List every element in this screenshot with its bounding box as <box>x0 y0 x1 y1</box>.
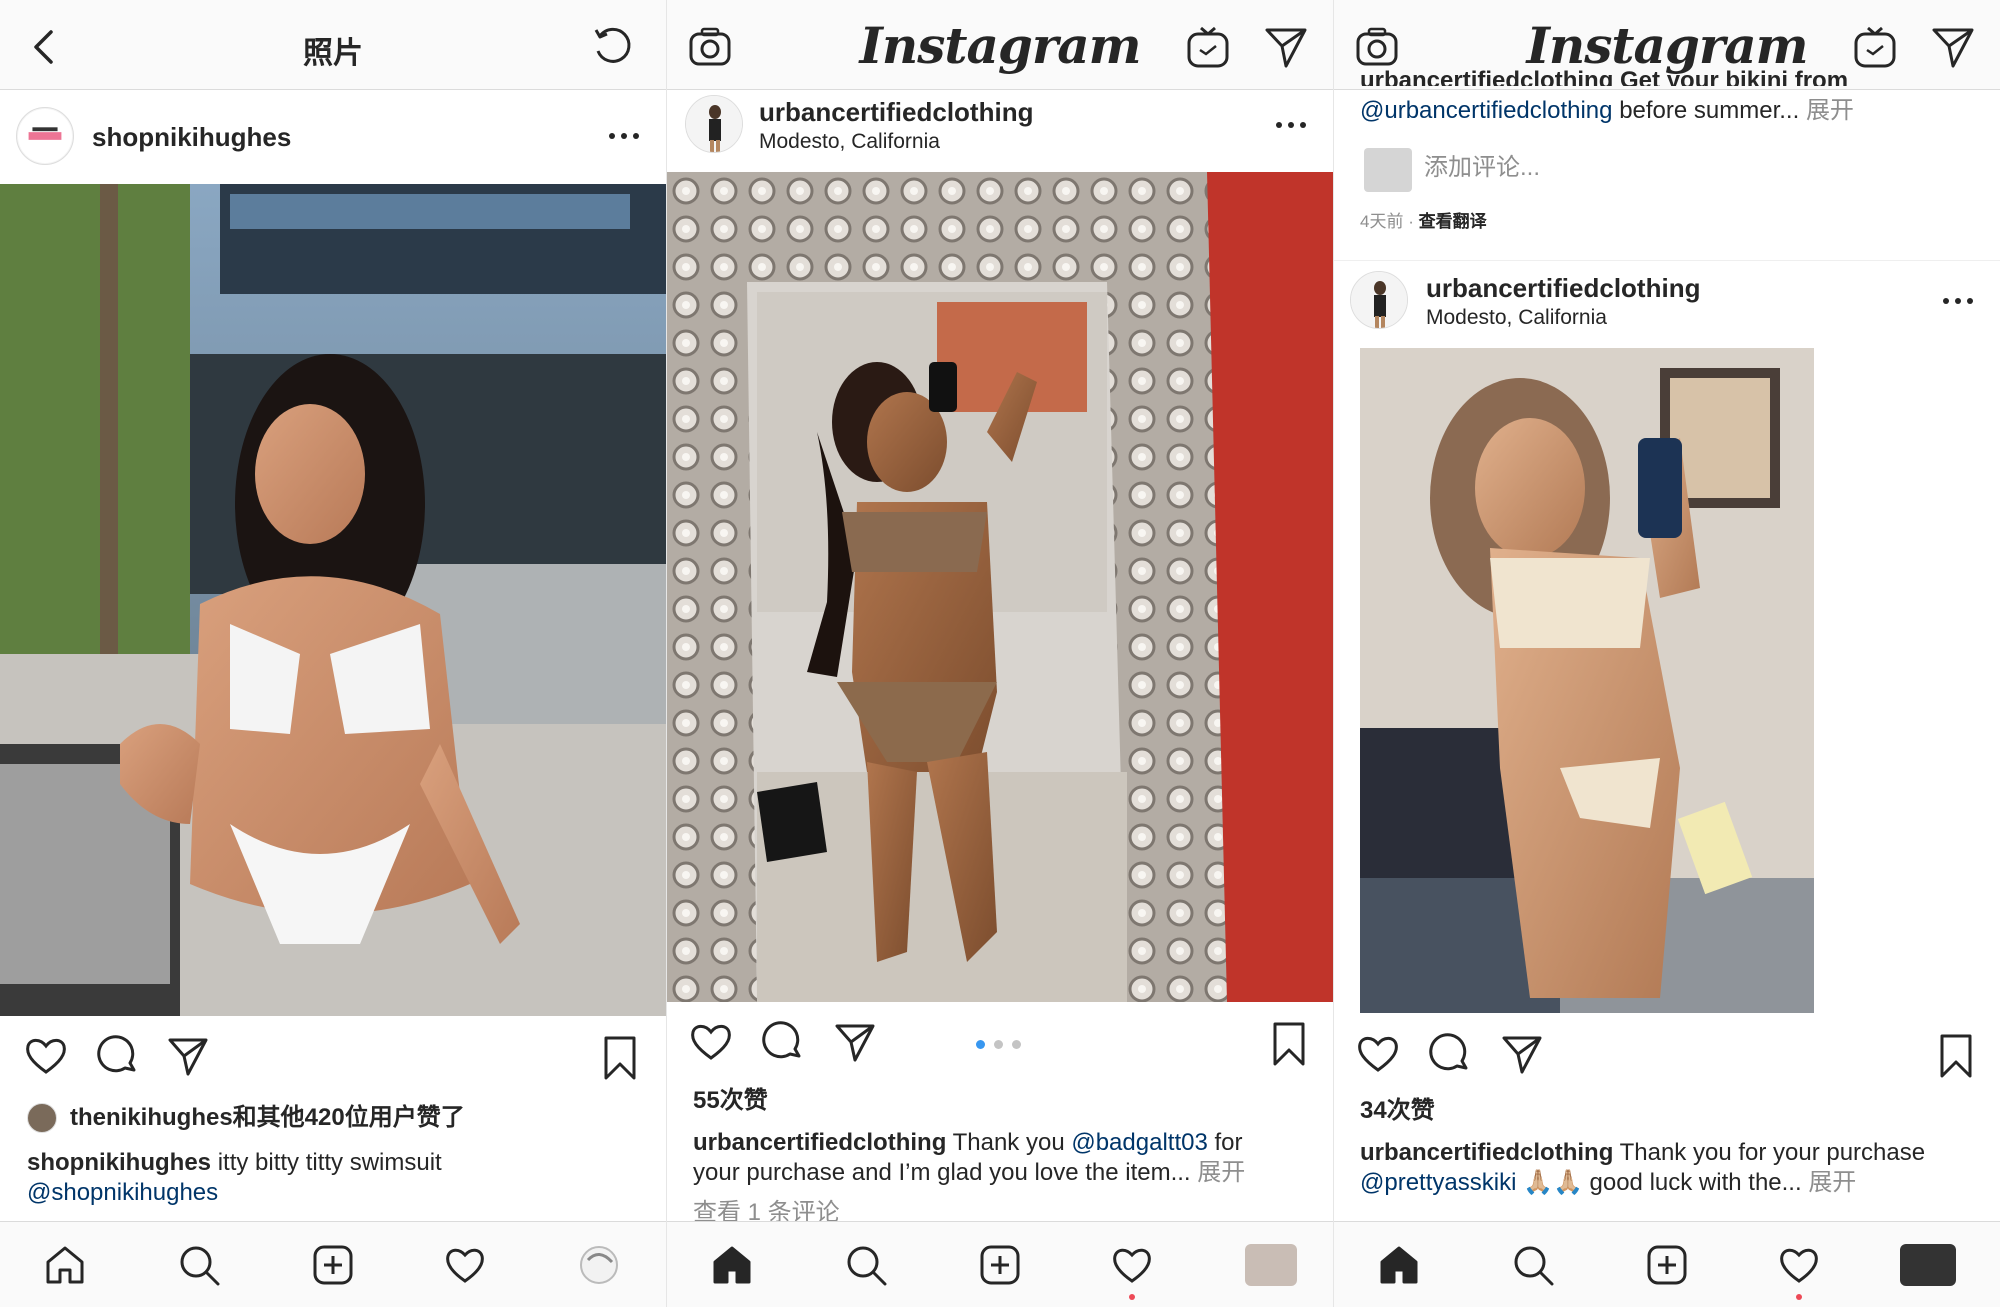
post-header: urbancertifiedclothing Modesto, Californ… <box>1334 260 2000 350</box>
post-username[interactable]: shopnikihughes <box>92 122 291 153</box>
home-icon[interactable] <box>709 1242 755 1288</box>
home-icon[interactable] <box>42 1242 88 1288</box>
activity-icon[interactable] <box>1776 1242 1822 1288</box>
search-icon[interactable] <box>843 1242 889 1288</box>
activity-icon[interactable] <box>442 1242 488 1288</box>
bottom-nav <box>0 1221 666 1307</box>
add-icon[interactable] <box>310 1242 356 1288</box>
post-username[interactable]: urbancertifiedclothing <box>1426 273 1700 304</box>
share-icon[interactable] <box>831 1018 879 1066</box>
caption-emoji: 🙏🏼🙏🏼 <box>1523 1169 1583 1196</box>
bottom-nav <box>667 1221 1333 1307</box>
post-username[interactable]: urbancertifiedclothing <box>759 97 1033 128</box>
profile-icon[interactable] <box>1900 1244 1956 1286</box>
caption-line-1: urbancertifiedclothing Thank you for you… <box>1360 1138 1980 1168</box>
share-icon[interactable] <box>1498 1030 1546 1078</box>
caption-line-2: your purchase and I’m glad you love the … <box>693 1158 1313 1188</box>
previous-caption-text: before summer... <box>1619 97 1800 124</box>
notification-dot <box>1796 1294 1802 1300</box>
comment-icon[interactable] <box>94 1032 142 1080</box>
post-location[interactable]: Modesto, California <box>759 130 940 154</box>
home-icon[interactable] <box>1376 1242 1422 1288</box>
previous-caption-mention[interactable]: @urbancertifiedclothing <box>1360 97 1613 124</box>
add-comment-input[interactable]: 添加评论... <box>1424 153 1980 183</box>
instagram-logo[interactable]: Instagram <box>667 16 1333 75</box>
bookmark-icon[interactable] <box>596 1034 644 1082</box>
panel-feed-2: Instagram urbancertifiedclothing Get you… <box>1334 0 2000 1307</box>
page-title: 照片 <box>303 37 363 70</box>
heart-icon[interactable] <box>687 1018 735 1066</box>
caption-text-2: for <box>1214 1129 1243 1156</box>
avatar[interactable] <box>685 95 743 153</box>
notification-dot <box>1129 1294 1135 1300</box>
likes-count[interactable]: 34次赞 <box>1360 1096 1980 1126</box>
likes-summary[interactable]: thenikihughes和其他420位用户赞了 <box>70 1103 646 1133</box>
caption-username[interactable]: urbancertifiedclothing <box>693 1129 946 1156</box>
avatar[interactable] <box>1350 271 1408 329</box>
avatar[interactable] <box>16 107 74 165</box>
caption-text: Thank you for your purchase <box>1619 1139 1926 1166</box>
caption-line-2: @prettyasskiki 🙏🏼🙏🏼 good luck with the..… <box>1360 1168 1980 1198</box>
direct-icon[interactable] <box>1930 24 1976 70</box>
profile-icon[interactable] <box>1245 1244 1297 1286</box>
add-icon[interactable] <box>977 1242 1023 1288</box>
share-icon[interactable] <box>164 1032 212 1080</box>
caption-continued: your purchase and I’m glad you love the … <box>693 1159 1191 1186</box>
bookmark-icon[interactable] <box>1265 1020 1313 1068</box>
time-ago: 4天前 <box>1360 212 1404 231</box>
expand-link[interactable]: 展开 <box>1197 1159 1245 1186</box>
heart-icon[interactable] <box>1354 1030 1402 1078</box>
previous-caption-cutoff: urbancertifiedclothing Get your bikini f… <box>1360 66 1980 86</box>
search-icon[interactable] <box>1510 1242 1556 1288</box>
more-icon[interactable] <box>1271 115 1311 135</box>
caption-username[interactable]: urbancertifiedclothing <box>1360 1139 1613 1166</box>
bottom-nav <box>1334 1221 2000 1307</box>
add-icon[interactable] <box>1644 1242 1690 1288</box>
caption-text: Thank you <box>952 1129 1065 1156</box>
more-icon[interactable] <box>1938 291 1978 311</box>
post-photo[interactable] <box>1360 348 1814 1013</box>
comment-avatar <box>1364 148 1412 192</box>
activity-icon[interactable] <box>1109 1242 1155 1288</box>
heart-icon[interactable] <box>22 1032 70 1080</box>
search-icon[interactable] <box>176 1242 222 1288</box>
comment-icon[interactable] <box>759 1018 807 1066</box>
post-meta: 4天前 · 查看翻译 <box>1360 212 1487 231</box>
direct-icon[interactable] <box>1263 24 1309 70</box>
post-photo[interactable] <box>0 184 666 1016</box>
carousel-dot <box>994 1040 1003 1049</box>
post-header: urbancertifiedclothing Modesto, Californ… <box>667 91 1333 181</box>
caption-username[interactable]: shopnikihughes <box>27 1149 211 1176</box>
igtv-icon[interactable] <box>1185 24 1231 70</box>
bookmark-icon[interactable] <box>1932 1032 1980 1080</box>
caption-mention[interactable]: @shopnikihughes <box>27 1178 646 1208</box>
previous-caption: @urbancertifiedclothing before summer...… <box>1360 96 1980 126</box>
expand-link[interactable]: 展开 <box>1808 1169 1856 1196</box>
igtv-icon[interactable] <box>1852 24 1898 70</box>
refresh-icon[interactable] <box>590 24 636 70</box>
post-photo[interactable] <box>667 172 1333 1002</box>
expand-link[interactable]: 展开 <box>1806 97 1854 124</box>
carousel-dot <box>1012 1040 1021 1049</box>
see-translation-link[interactable]: 查看翻译 <box>1419 212 1487 231</box>
top-bar: 照片 <box>0 0 666 90</box>
likes-count[interactable]: 55次赞 <box>693 1086 1313 1116</box>
liker-avatar[interactable] <box>27 1103 57 1133</box>
previous-caption-top: urbancertifiedclothing Get your bikini f… <box>1360 67 1849 86</box>
profile-icon[interactable] <box>576 1242 622 1288</box>
caption: shopnikihughes itty bitty titty swimsuit <box>27 1148 646 1178</box>
comment-icon[interactable] <box>1426 1030 1474 1078</box>
top-bar: Instagram <box>667 0 1333 90</box>
more-icon[interactable] <box>604 126 644 146</box>
panel-feed-1: Instagram urbancertifiedclothing Modesto… <box>667 0 1333 1307</box>
post-header: shopnikihughes <box>0 91 666 181</box>
caption-line-1: urbancertifiedclothing Thank you @badgal… <box>693 1128 1313 1158</box>
caption-mention[interactable]: @badgaltt03 <box>1071 1129 1207 1156</box>
panel-photo-view: 照片 shopnikihughes thenikihughes和其他420位用户… <box>0 0 666 1307</box>
caption-rest: good luck with the... <box>1589 1169 1802 1196</box>
caption-text: itty bitty titty swimsuit <box>217 1149 442 1176</box>
post-location[interactable]: Modesto, California <box>1426 306 1607 330</box>
caption-mention[interactable]: @prettyasskiki <box>1360 1169 1516 1196</box>
carousel-dot-active <box>976 1040 985 1049</box>
